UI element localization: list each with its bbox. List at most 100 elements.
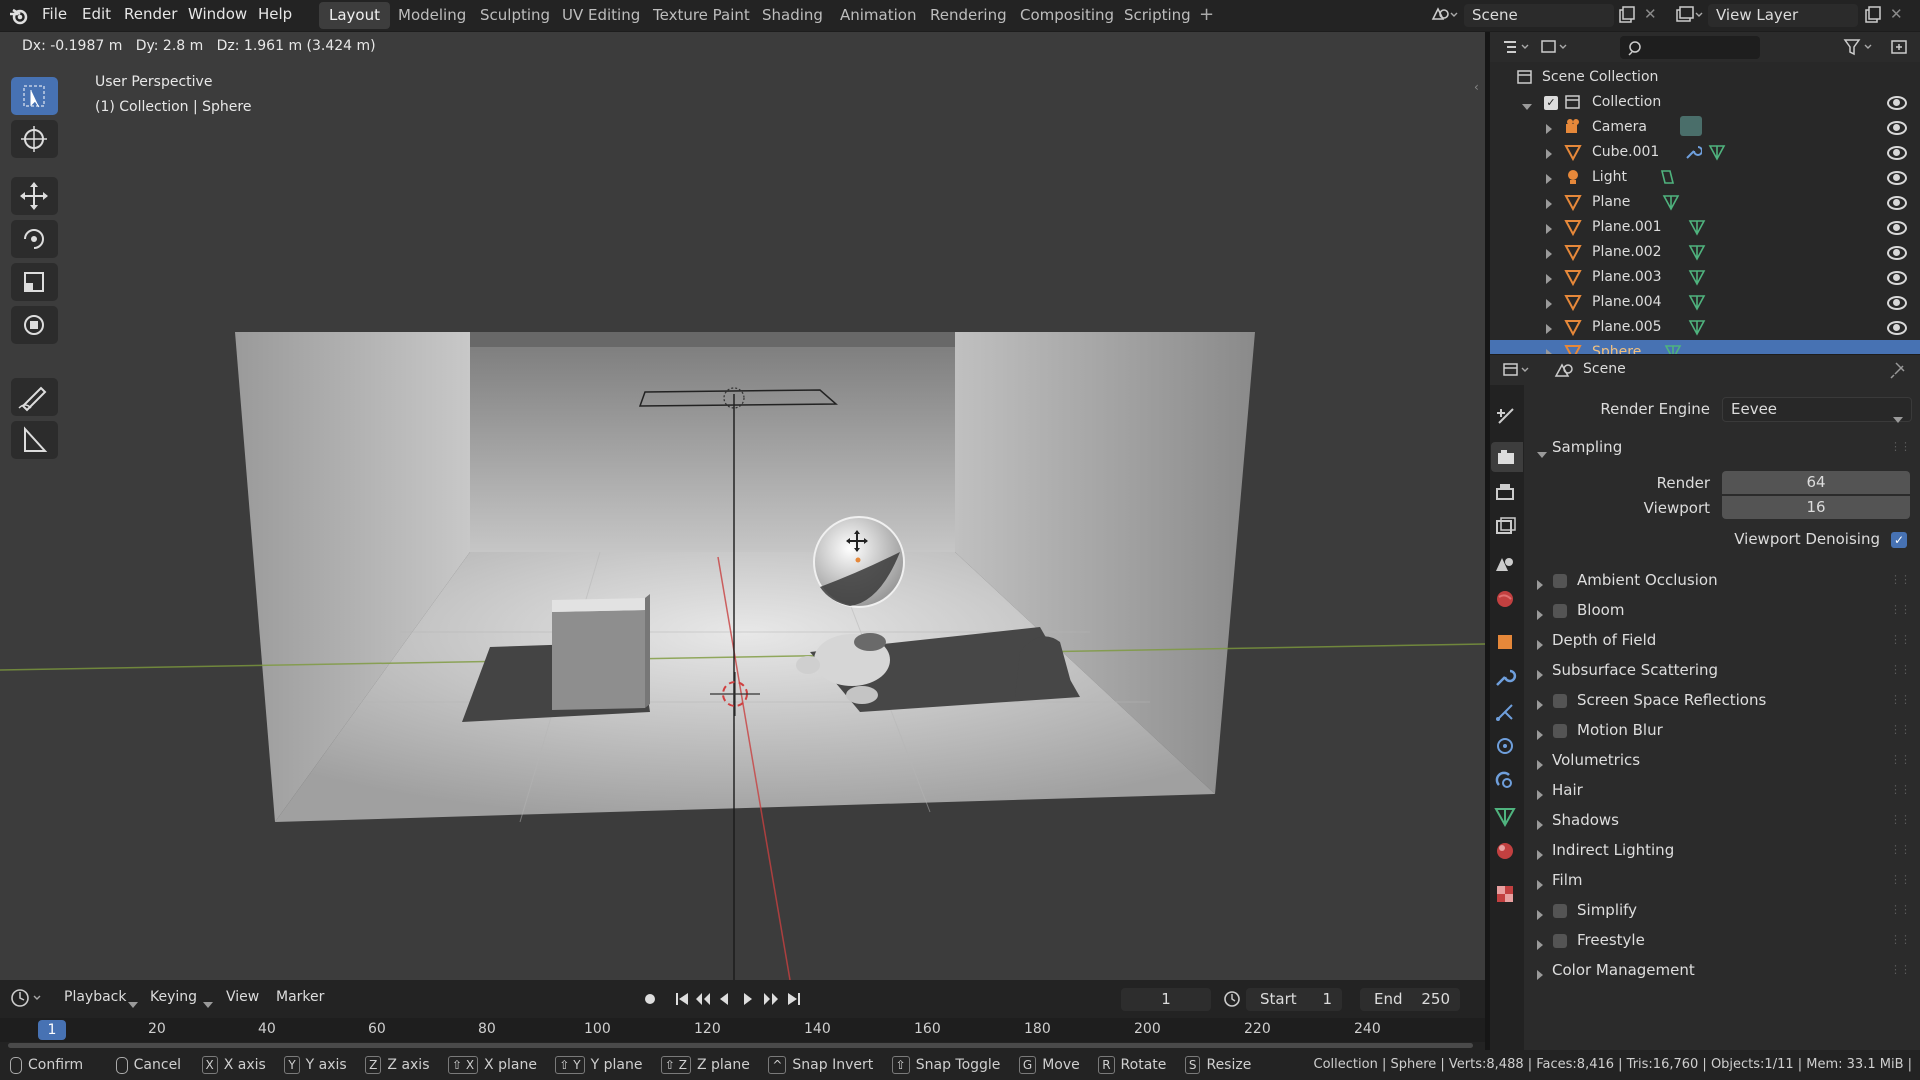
annotate-tool[interactable] [11,378,58,416]
visibility-eye-icon[interactable] [1887,171,1907,185]
new-view-layer-icon[interactable] [1864,6,1882,24]
sidebar-toggle-icon[interactable]: ‹ [1474,80,1479,94]
expand-arrow-icon[interactable] [1546,322,1552,338]
view-layer-field[interactable]: View Layer [1708,4,1858,27]
light-data-icon[interactable] [1658,168,1676,186]
mesh-data-icon[interactable] [1688,293,1706,311]
outliner-row-plane[interactable]: Plane [1490,190,1920,215]
texture-tab-icon[interactable] [1493,882,1519,908]
bloom-panel[interactable]: Bloom ⋮⋮ [1525,597,1920,625]
delete-scene-icon[interactable]: ✕ [1644,5,1657,23]
expand-arrow-icon[interactable] [1546,272,1552,288]
visibility-eye-icon[interactable] [1887,96,1907,110]
drag-handle-icon[interactable]: ⋮⋮ [1890,813,1911,826]
scale-tool[interactable] [11,263,58,301]
properties-editor-icon[interactable] [1502,361,1532,379]
physics-tab-icon[interactable] [1493,734,1519,760]
tab-sculpting[interactable]: Sculpting [470,2,560,29]
visibility-eye-icon[interactable] [1887,321,1907,335]
ambient-occlusion-panel[interactable]: Ambient Occlusion ⋮⋮ [1525,567,1920,595]
mesh-data-icon[interactable] [1664,343,1682,354]
drag-handle-icon[interactable]: ⋮⋮ [1890,843,1911,856]
rotate-tool[interactable] [11,220,58,258]
samples-render-field[interactable]: 64 [1722,471,1910,494]
menu-marker[interactable]: Marker [276,989,324,1005]
visibility-eye-icon[interactable] [1887,196,1907,210]
menu-help[interactable]: Help [258,0,292,31]
expand-arrow-icon[interactable] [1546,222,1552,238]
outliner-row-collection[interactable]: ✓ Collection [1490,90,1920,115]
add-workspace-button[interactable]: + [1199,0,1214,31]
view-layer-tab-icon[interactable] [1493,515,1519,541]
menu-edit[interactable]: Edit [82,0,111,31]
cursor-tool[interactable] [11,120,58,158]
drag-handle-icon[interactable]: ⋮⋮ [1890,440,1911,453]
tab-compositing[interactable]: Compositing [1010,2,1124,29]
end-frame-field[interactable]: End 250 [1360,988,1460,1011]
tab-rendering[interactable]: Rendering [920,2,1017,29]
outliner-row-plane-003[interactable]: Plane.003 [1490,265,1920,290]
mesh-data-icon[interactable] [1688,218,1706,236]
collapse-arrow-icon[interactable] [1522,98,1532,114]
outliner-row-cube[interactable]: Cube.001 [1490,140,1920,165]
depth-of-field-panel[interactable]: Depth of Field ⋮⋮ [1525,627,1920,655]
drag-handle-icon[interactable]: ⋮⋮ [1890,573,1911,586]
screen-space-reflections-panel[interactable]: Screen Space Reflections ⋮⋮ [1525,687,1920,715]
outliner-row-plane-002[interactable]: Plane.002 [1490,240,1920,265]
world-tab-icon[interactable] [1493,587,1519,613]
drag-handle-icon[interactable]: ⋮⋮ [1890,753,1911,766]
panel-enable-checkbox[interactable] [1553,604,1567,618]
render-engine-select[interactable]: Eevee [1722,397,1912,423]
timeline-scrollbar[interactable] [8,1043,1473,1048]
outliner-row-plane-001[interactable]: Plane.001 [1490,215,1920,240]
expand-arrow-icon[interactable] [1546,147,1552,163]
drag-handle-icon[interactable]: ⋮⋮ [1890,933,1911,946]
playhead[interactable]: 1 [38,1020,66,1040]
mesh-data-icon[interactable] [1708,143,1726,161]
expand-arrow-icon[interactable] [1546,172,1552,188]
new-scene-icon[interactable] [1618,6,1636,24]
mesh-data-icon[interactable] [1688,243,1706,261]
outliner-editor-icon[interactable] [1502,38,1532,56]
mesh-data-icon[interactable] [1662,193,1680,211]
outliner-row-light[interactable]: Light [1490,165,1920,190]
checkbox-checked-icon[interactable]: ✓ [1544,96,1558,110]
menu-keying[interactable]: Keying [150,989,197,1005]
tab-texture-paint[interactable]: Texture Paint [643,2,760,29]
tab-animation[interactable]: Animation [830,2,926,29]
mesh-data-icon[interactable] [1688,268,1706,286]
mesh-data-tab-icon[interactable] [1493,804,1519,830]
visibility-eye-icon[interactable] [1887,246,1907,260]
start-frame-field[interactable]: Start 1 [1246,988,1342,1011]
subsurface-scattering-panel[interactable]: Subsurface Scattering ⋮⋮ [1525,657,1920,685]
blender-logo-icon[interactable] [8,6,30,26]
tab-shading[interactable]: Shading [752,2,833,29]
scene-browse-icon[interactable] [1430,5,1460,25]
transform-tool[interactable] [11,306,58,344]
samples-viewport-field[interactable]: 16 [1722,496,1910,519]
menu-view[interactable]: View [226,989,259,1005]
film-panel[interactable]: Film ⋮⋮ [1525,867,1920,895]
view-layer-browse-icon[interactable] [1675,5,1705,25]
drag-handle-icon[interactable]: ⋮⋮ [1890,723,1911,736]
motion-blur-panel[interactable]: Motion Blur ⋮⋮ [1525,717,1920,745]
expand-arrow-icon[interactable] [1546,197,1552,213]
drag-handle-icon[interactable]: ⋮⋮ [1890,873,1911,886]
panel-enable-checkbox[interactable] [1553,724,1567,738]
visibility-eye-icon[interactable] [1887,296,1907,310]
color-management-panel[interactable]: Color Management ⋮⋮ [1525,957,1920,985]
visibility-eye-icon[interactable] [1887,146,1907,160]
output-printer-tab-icon[interactable] [1493,480,1519,506]
drag-handle-icon[interactable]: ⋮⋮ [1890,963,1911,976]
expand-arrow-icon[interactable] [1546,247,1552,263]
scene-name-field[interactable]: Scene [1464,4,1614,27]
wrench-modifier-icon[interactable] [1684,143,1702,161]
mesh-data-icon[interactable] [1688,318,1706,336]
panel-enable-checkbox[interactable] [1553,574,1567,588]
drag-handle-icon[interactable]: ⋮⋮ [1890,693,1911,706]
move-tool[interactable] [11,177,58,215]
sampling-panel-header[interactable]: Sampling ⋮⋮ [1525,434,1920,462]
constraints-tab-icon[interactable] [1493,769,1519,795]
indirect-lighting-panel[interactable]: Indirect Lighting ⋮⋮ [1525,837,1920,865]
camera-data-icon[interactable] [1680,116,1702,136]
